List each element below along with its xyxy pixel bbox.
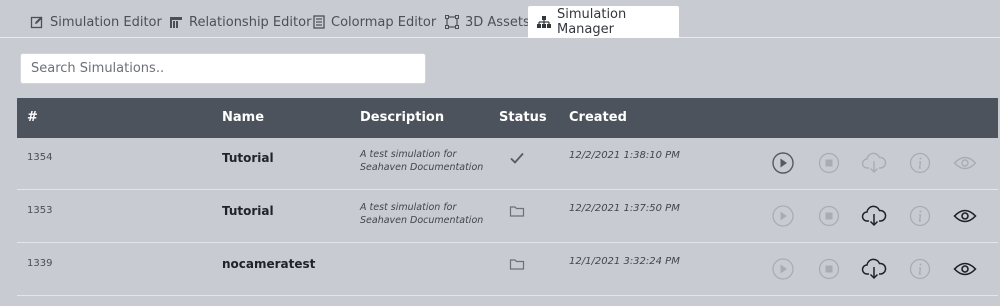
stop-icon (818, 205, 840, 227)
tab-relationship-editor[interactable]: Relationship Editor (160, 6, 320, 38)
3d-asset-icon (445, 15, 459, 29)
info-button[interactable] (907, 203, 933, 229)
eye-icon (953, 209, 977, 223)
description-line: Seahaven Documentation (360, 162, 484, 173)
folder-icon (509, 259, 525, 270)
header-status: Status (499, 110, 547, 125)
search-input[interactable] (20, 53, 426, 84)
header-created: Created (569, 110, 627, 125)
stop-button[interactable] (816, 150, 842, 176)
view-button[interactable] (952, 256, 978, 282)
row-id: 1339 (27, 258, 53, 269)
view-button[interactable] (952, 150, 978, 176)
download-button[interactable] (861, 150, 887, 176)
view-button[interactable] (952, 203, 978, 229)
sitemap-icon (537, 16, 551, 28)
row-description: A test simulation for Seahaven Documenta… (360, 148, 500, 174)
play-icon (772, 205, 794, 227)
row-created: 12/2/2021 1:37:50 PM (569, 203, 680, 214)
stop-icon (818, 258, 840, 280)
play-icon (772, 152, 794, 174)
row-name: Tutorial (222, 151, 274, 165)
stop-icon (818, 152, 840, 174)
eye-icon (953, 262, 977, 276)
status-cell (509, 256, 525, 275)
stop-button[interactable] (816, 256, 842, 282)
play-button[interactable] (770, 256, 796, 282)
colormap-icon (313, 15, 325, 29)
info-icon (909, 205, 931, 227)
tab-label: Relationship Editor (189, 14, 312, 30)
stop-button[interactable] (816, 203, 842, 229)
cloud-download-icon (861, 258, 887, 280)
tab-colormap-editor[interactable]: Colormap Editor (304, 6, 445, 38)
download-button[interactable] (861, 256, 887, 282)
play-icon (772, 258, 794, 280)
row-description: A test simulation for Seahaven Documenta… (360, 201, 500, 227)
table-row: 1339 nocameratest 12/1/2021 3:32:24 PM (17, 244, 998, 296)
row-created: 12/1/2021 3:32:24 PM (569, 256, 680, 267)
tab-simulation-editor[interactable]: Simulation Editor (21, 6, 171, 38)
info-button[interactable] (907, 256, 933, 282)
play-button[interactable] (770, 203, 796, 229)
row-id: 1354 (27, 152, 53, 163)
edit-icon (30, 16, 43, 29)
row-name: nocameratest (222, 257, 316, 271)
relationship-icon (170, 17, 182, 28)
header-id: # (27, 110, 38, 125)
row-name: Tutorial (222, 204, 274, 218)
tab-label: 3D Assets (465, 14, 530, 30)
tab-3d-assets[interactable]: 3D Assets (436, 6, 539, 38)
header-description: Description (360, 110, 445, 125)
info-button[interactable] (907, 150, 933, 176)
description-line: A test simulation for (360, 202, 457, 213)
status-cell (509, 150, 525, 169)
cloud-download-icon (861, 205, 887, 227)
table-row: 1353 Tutorial A test simulation for Seah… (17, 191, 998, 243)
description-line: A test simulation for (360, 149, 457, 160)
row-created: 12/2/2021 1:38:10 PM (569, 150, 680, 161)
folder-icon (509, 206, 525, 217)
tab-label: Colormap Editor (331, 14, 437, 30)
table-row: 1354 Tutorial A test simulation for Seah… (17, 138, 998, 190)
cloud-download-icon (861, 152, 887, 173)
tab-label: Simulation Editor (50, 14, 162, 30)
status-cell (509, 203, 525, 222)
header-name: Name (222, 110, 265, 125)
tab-label: Simulation Manager (557, 7, 627, 37)
row-id: 1353 (27, 205, 53, 216)
check-icon (510, 152, 524, 164)
info-icon (909, 152, 931, 174)
play-button[interactable] (770, 150, 796, 176)
eye-icon (953, 156, 977, 170)
info-icon (909, 258, 931, 280)
tab-simulation-manager[interactable]: Simulation Manager (528, 6, 679, 38)
tab-bar: Simulation Editor Relationship Editor Co… (0, 0, 1000, 38)
description-line: Seahaven Documentation (360, 215, 484, 226)
download-button[interactable] (861, 203, 887, 229)
table-header: # Name Description Status Created (17, 98, 998, 138)
